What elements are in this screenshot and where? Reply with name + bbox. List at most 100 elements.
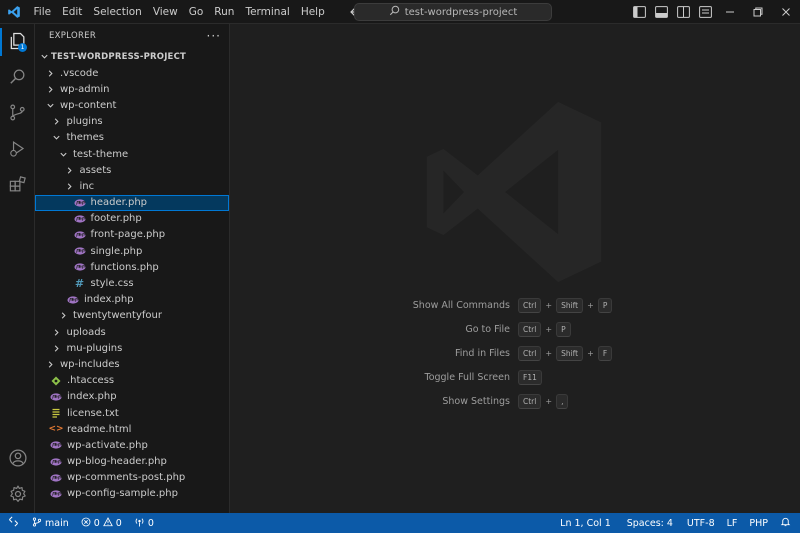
ports-count: 0 bbox=[147, 517, 154, 529]
accounts-activity[interactable] bbox=[0, 441, 35, 477]
search-activity[interactable] bbox=[0, 60, 35, 96]
minimize-icon[interactable] bbox=[716, 0, 744, 24]
tree-item-label: style.css bbox=[90, 278, 134, 290]
extensions-activity[interactable] bbox=[0, 168, 35, 204]
vscode-watermark-icon bbox=[415, 94, 611, 290]
remote-indicator[interactable] bbox=[0, 513, 26, 533]
shortcut-label: Go to File bbox=[465, 324, 510, 335]
tree-folder[interactable]: wp-admin bbox=[35, 81, 229, 97]
eol-indicator[interactable]: LF bbox=[721, 513, 744, 533]
keycap: Ctrl bbox=[518, 346, 542, 361]
menu-edit[interactable]: Edit bbox=[57, 0, 88, 24]
menu-view[interactable]: View bbox=[147, 0, 183, 24]
toggle-secondary-sidebar-icon[interactable] bbox=[672, 0, 694, 24]
tree-file[interactable]: footer.php bbox=[35, 211, 229, 227]
tree-folder[interactable]: plugins bbox=[35, 114, 229, 130]
menu-file[interactable]: File bbox=[28, 0, 57, 24]
command-center[interactable]: test-wordpress-project bbox=[354, 3, 552, 21]
bell-icon bbox=[780, 516, 791, 530]
restore-icon[interactable] bbox=[744, 0, 772, 24]
tree-folder[interactable]: test-theme bbox=[35, 146, 229, 162]
tree-file[interactable]: wp-config-sample.php bbox=[35, 486, 229, 502]
tree-file[interactable]: wp-comments-post.php bbox=[35, 470, 229, 486]
tree-item-label: test-theme bbox=[73, 148, 129, 160]
vscode-logo-icon bbox=[0, 0, 28, 24]
source-control-activity[interactable] bbox=[0, 96, 35, 132]
tree-file[interactable]: wp-blog-header.php bbox=[35, 454, 229, 470]
chevron-down-icon bbox=[43, 98, 57, 112]
shortcut-hint[interactable]: Go to File Ctrl + P bbox=[231, 322, 800, 338]
tree-folder[interactable]: assets bbox=[35, 162, 229, 178]
tree-file[interactable]: <> readme.html bbox=[35, 421, 229, 437]
tree-folder[interactable]: wp-content bbox=[35, 97, 229, 113]
explorer-activity[interactable]: 1 bbox=[0, 24, 35, 60]
php-file-icon bbox=[73, 228, 87, 242]
workspace-root[interactable]: TEST-WORDPRESS-PROJECT bbox=[35, 48, 229, 65]
cursor-position[interactable]: Ln 1, Col 1 bbox=[552, 513, 619, 533]
remote-icon bbox=[8, 516, 19, 530]
php-file-icon bbox=[73, 212, 87, 226]
manage-activity[interactable] bbox=[0, 477, 35, 513]
tree-file[interactable]: index.php bbox=[35, 389, 229, 405]
problems-indicator[interactable]: 0 0 bbox=[75, 513, 128, 533]
customize-layout-icon[interactable] bbox=[694, 0, 716, 24]
close-icon[interactable] bbox=[772, 0, 800, 24]
keycap: , bbox=[556, 394, 569, 409]
chevron-right-icon bbox=[50, 325, 64, 339]
tree-file[interactable]: header.php bbox=[35, 194, 229, 211]
git-branch-icon bbox=[32, 517, 42, 530]
tree-item-label: uploads bbox=[66, 326, 106, 338]
language-mode[interactable]: PHP bbox=[743, 513, 774, 533]
tree-folder[interactable]: uploads bbox=[35, 324, 229, 340]
menu-help[interactable]: Help bbox=[295, 0, 330, 24]
toggle-primary-sidebar-icon[interactable] bbox=[628, 0, 650, 24]
search-icon bbox=[8, 67, 27, 89]
php-file-icon bbox=[73, 260, 87, 274]
menu-terminal[interactable]: Terminal bbox=[240, 0, 295, 24]
tree-item-label: wp-includes bbox=[60, 358, 120, 370]
indentation-indicator[interactable]: Spaces: 4 bbox=[619, 513, 681, 533]
shortcut-hint[interactable]: Find in Files Ctrl + Shift + F bbox=[231, 346, 800, 362]
toggle-panel-icon[interactable] bbox=[650, 0, 672, 24]
encoding-indicator[interactable]: UTF-8 bbox=[681, 513, 721, 533]
tree-folder[interactable]: mu-plugins bbox=[35, 340, 229, 356]
tree-file[interactable]: index.php bbox=[35, 292, 229, 308]
search-icon bbox=[389, 5, 400, 19]
shortcut-hint[interactable]: Toggle Full Screen F11 bbox=[231, 370, 800, 386]
command-center-label: test-wordpress-project bbox=[404, 6, 518, 18]
tree-folder[interactable]: inc bbox=[35, 178, 229, 194]
notifications-indicator[interactable] bbox=[774, 513, 800, 533]
tree-item-label: mu-plugins bbox=[66, 342, 123, 354]
tree-file[interactable]: front-page.php bbox=[35, 227, 229, 243]
keycap: Shift bbox=[556, 298, 584, 313]
shortcut-hint[interactable]: Show All Commands Ctrl + Shift + P bbox=[231, 298, 800, 314]
tree-file[interactable]: license.txt bbox=[35, 405, 229, 421]
tree-item-label: functions.php bbox=[90, 261, 159, 273]
menu-selection[interactable]: Selection bbox=[88, 0, 147, 24]
tree-item-label: wp-comments-post.php bbox=[67, 472, 186, 484]
explorer-title: EXPLORER bbox=[49, 31, 97, 41]
branch-indicator[interactable]: main bbox=[26, 513, 75, 533]
ports-indicator[interactable]: 0 bbox=[128, 513, 160, 533]
shortcut-hint[interactable]: Show Settings Ctrl +, bbox=[231, 394, 800, 410]
php-file-icon bbox=[49, 438, 63, 452]
tree-folder[interactable]: twentytwentyfour bbox=[35, 308, 229, 324]
tree-file[interactable]: single.php bbox=[35, 243, 229, 259]
html-file-icon: <> bbox=[48, 424, 64, 435]
tree-item-label: index.php bbox=[84, 294, 134, 306]
explorer-badge: 1 bbox=[18, 43, 27, 52]
run-debug-activity[interactable] bbox=[0, 132, 35, 168]
tree-item-label: .htaccess bbox=[67, 375, 115, 387]
tree-file[interactable]: .htaccess bbox=[35, 373, 229, 389]
tree-file[interactable]: # style.css bbox=[35, 275, 229, 291]
chevron-right-icon bbox=[50, 115, 64, 129]
tree-file[interactable]: wp-activate.php bbox=[35, 437, 229, 453]
more-actions-icon[interactable]: ··· bbox=[207, 30, 221, 42]
menu-go[interactable]: Go bbox=[183, 0, 209, 24]
tree-file[interactable]: functions.php bbox=[35, 259, 229, 275]
tree-folder[interactable]: .vscode bbox=[35, 65, 229, 81]
tree-folder[interactable]: themes bbox=[35, 130, 229, 146]
tree-folder[interactable]: wp-includes bbox=[35, 356, 229, 372]
keycap: Ctrl bbox=[518, 322, 542, 337]
menu-run[interactable]: Run bbox=[209, 0, 240, 24]
